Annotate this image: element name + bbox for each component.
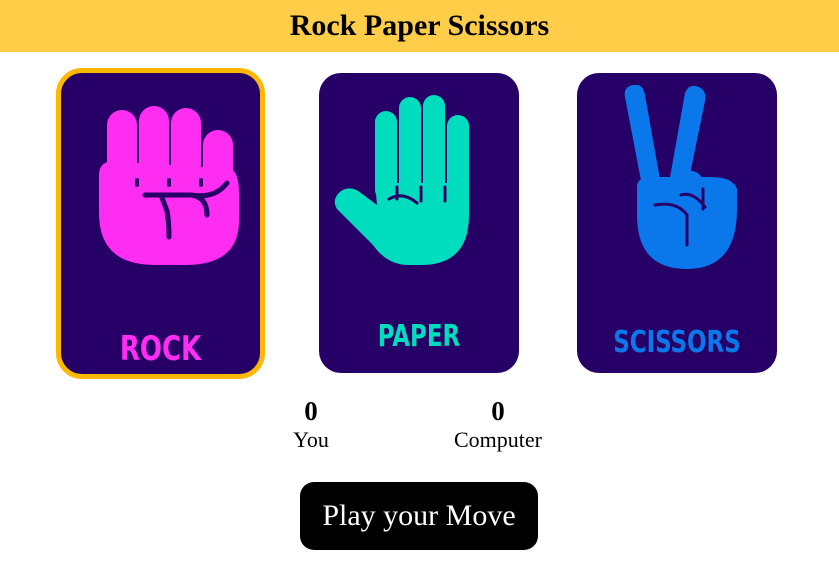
player-score-label: You [293,427,329,452]
paper-label: PAPER [377,319,461,354]
victory-hand-icon [624,85,737,269]
play-move-button[interactable]: Play your Move [300,482,538,550]
scissors-card[interactable]: SCISSORS [577,73,777,373]
page-title: Rock Paper Scissors [289,9,550,42]
paper-card[interactable]: PAPER [319,73,519,373]
rock-label: ROCK [119,329,202,369]
scissors-label: SCISSORS [613,325,741,360]
player-score-value: 0 [304,396,318,426]
computer-score-value: 0 [491,396,505,426]
header-bar: Rock Paper Scissors [0,0,839,52]
player-score: 0 You [271,397,351,455]
computer-score-label: Computer [454,427,542,452]
computer-score: 0 Computer [438,397,558,455]
rock-card[interactable]: ROCK [56,68,265,379]
open-hand-icon [334,95,469,265]
fist-icon [99,106,239,265]
